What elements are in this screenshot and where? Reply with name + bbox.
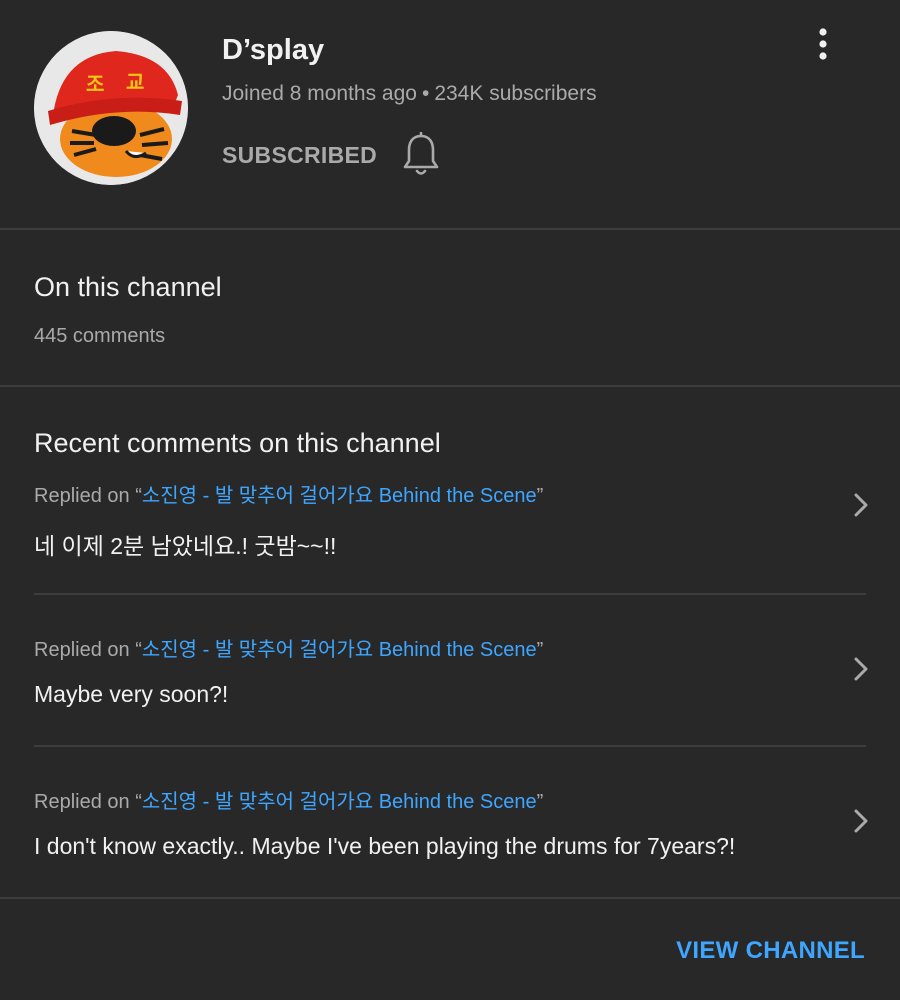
on-this-channel-title: On this channel [34,272,222,302]
comment-reply-context: Replied on “소진영 - 발 맞추어 걸어가요 Behind the … [34,479,543,508]
channel-card: 조 교 D’splay Joined 8 months ago • 234K sub… [0,0,900,1000]
comment-reply-context: Replied on “소진영 - 발 맞추어 걸어가요 Behind the … [34,633,543,662]
comment-item[interactable]: Replied on “소진영 - 발 맞추어 걸어가요 Behind the … [0,595,900,745]
replied-on-label: Replied on [34,485,136,507]
close-quote: ” [536,485,544,507]
svg-text:조: 조 [86,72,104,96]
comment-text: 네 이제 2분 남았네요.! 굿밤~~!! [34,533,337,559]
open-quote: “ [135,639,142,661]
subscribed-button[interactable]: SUBSCRIBED [222,142,377,169]
chevron-right-icon [854,809,868,833]
avatar[interactable]: 조 교 [34,31,188,185]
channel-header: 조 교 D’splay Joined 8 months ago • 234K sub… [0,0,900,228]
subscriber-count: 234K subscribers [434,82,597,105]
replied-on-label: Replied on [34,639,136,661]
comment-item[interactable]: Replied on “소진영 - 발 맞추어 걸어가요 Behind the … [0,475,900,593]
joined-date: Joined 8 months ago [222,82,417,105]
channel-name: D’splay [222,34,325,66]
svg-text:교: 교 [126,70,144,94]
on-this-channel-section: On this channel 445 comments [0,230,900,385]
comment-text: I don't know exactly.. Maybe I've been p… [34,833,736,859]
video-title-link[interactable]: 소진영 - 발 맞추어 걸어가요 Behind the Scene [142,639,537,661]
comment-reply-context: Replied on “소진영 - 발 맞추어 걸어가요 Behind the … [34,785,543,814]
comment-item[interactable]: Replied on “소진영 - 발 맞추어 걸어가요 Behind the … [0,747,900,897]
card-footer: VIEW CHANNEL [0,899,900,1000]
replied-on-label: Replied on [34,791,136,813]
view-channel-button[interactable]: VIEW CHANNEL [676,937,865,965]
close-quote: ” [536,791,544,813]
channel-meta: Joined 8 months ago • 234K subscribers [222,82,597,106]
more-options-icon[interactable] [806,24,840,66]
recent-comments-section: Recent comments on this channel Replied … [0,387,900,897]
notification-bell-icon[interactable] [402,132,440,178]
comment-text: Maybe very soon?! [34,681,229,707]
chevron-right-icon [854,657,868,681]
close-quote: ” [536,639,544,661]
comments-count: 445 comments [34,325,166,347]
video-title-link[interactable]: 소진영 - 발 맞추어 걸어가요 Behind the Scene [142,791,537,813]
chevron-right-icon [854,493,868,517]
open-quote: “ [135,485,142,507]
recent-comments-title: Recent comments on this channel [34,428,441,458]
open-quote: “ [135,791,142,813]
video-title-link[interactable]: 소진영 - 발 맞추어 걸어가요 Behind the Scene [142,485,537,507]
tiger-logo-icon: 조 교 [34,31,188,185]
meta-separator: • [421,82,430,105]
